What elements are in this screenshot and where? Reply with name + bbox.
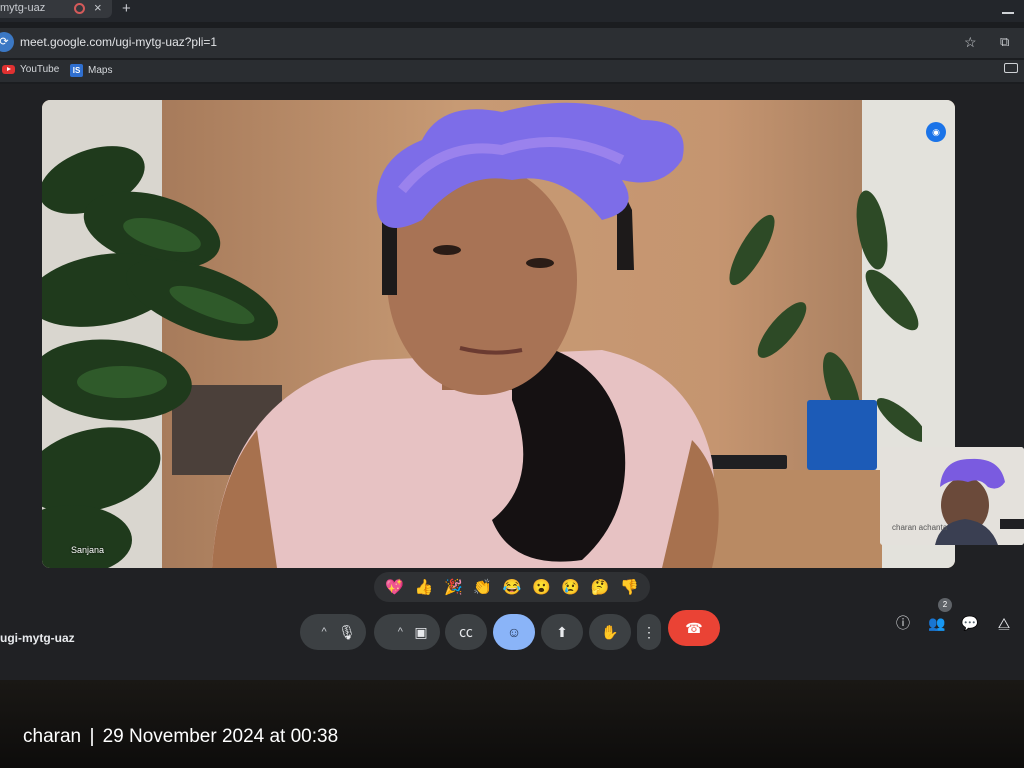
reaction-surprised-button[interactable]: 😮 — [532, 578, 551, 596]
caption-divider — [91, 728, 93, 746]
camera-control-group: ^ ▣ — [374, 614, 440, 650]
all-bookmarks-folder-icon[interactable] — [1004, 63, 1018, 73]
present-icon: ⬆ — [556, 623, 568, 640]
mic-control-group: ^ 🎙 — [300, 614, 366, 650]
send-reaction-button[interactable]: ☺ — [493, 614, 535, 650]
self-view-tile[interactable]: charan achanta — [880, 447, 1024, 545]
site-info-icon[interactable]: ⟳ — [0, 32, 14, 52]
reaction-thumbs-down-button[interactable]: 👎 — [620, 578, 639, 596]
participants-count-badge: 2 — [938, 598, 952, 612]
speaking-indicator-icon: ◉ — [926, 122, 946, 142]
browser-tab[interactable]: mytg-uaz × — [0, 0, 112, 18]
raise-hand-button[interactable]: ✋ — [589, 614, 631, 650]
minimize-icon[interactable] — [1002, 12, 1014, 14]
meeting-code: ugi-mytg-uaz — [0, 631, 75, 645]
leave-call-button[interactable]: ☎ — [668, 610, 720, 646]
more-options-button[interactable]: ⋮ — [637, 614, 661, 650]
new-tab-button[interactable]: + — [122, 0, 131, 17]
maps-icon: IS — [70, 64, 83, 77]
tab-close-icon[interactable]: × — [94, 0, 102, 15]
browser-tab-bar: mytg-uaz × + — [0, 0, 1024, 22]
reaction-laugh-button[interactable]: 😂 — [503, 578, 522, 596]
camera-icon[interactable]: ▣ — [414, 624, 427, 641]
mic-options-chevron-icon[interactable]: ^ — [310, 618, 338, 646]
hand-icon: ✋ — [601, 623, 619, 640]
tab-title: mytg-uaz — [0, 2, 46, 14]
people-icon[interactable]: 👥 — [926, 612, 948, 634]
chat-icon[interactable]: 💬 — [959, 612, 981, 634]
smiley-icon: ☺ — [506, 624, 522, 640]
photo-timestamp: 29 November 2024 at 00:38 — [102, 726, 339, 747]
present-screen-button[interactable]: ⬆ — [541, 614, 583, 650]
bookmarks-bar: YouTube IS Maps — [0, 60, 1024, 82]
bookmark-youtube[interactable]: YouTube — [2, 64, 59, 75]
video-participant-person — [212, 102, 719, 568]
reaction-thinking-button[interactable]: 🤔 — [591, 578, 610, 596]
self-participant-name: charan achanta — [892, 523, 948, 532]
reaction-party-button[interactable]: 🎉 — [444, 578, 463, 596]
recording-icon — [74, 3, 85, 14]
url-input[interactable]: meet.google.com/ugi-mytg-uaz?pli=1 — [20, 35, 217, 49]
activities-icon[interactable]: ⧋ — [993, 612, 1015, 634]
bookmark-label: YouTube — [20, 64, 60, 75]
captions-button[interactable]: ㏄ — [445, 614, 487, 650]
reactions-bar: 💖 👍 🎉 👏 😂 😮 😢 🤔 👎 — [374, 572, 650, 602]
meeting-info-icon[interactable]: ⓘ — [892, 612, 914, 634]
bookmark-maps[interactable]: IS Maps — [70, 64, 112, 77]
reaction-clap-button[interactable]: 👏 — [473, 578, 492, 596]
more-vert-icon: ⋮ — [642, 623, 656, 640]
reaction-heart-button[interactable]: 💖 — [385, 578, 404, 596]
bookmark-star-icon[interactable]: ☆ — [964, 34, 977, 51]
monitor-screen: mytg-uaz × + ⟳ meet.google.com/ugi-mytg-… — [0, 0, 1024, 700]
camera-options-chevron-icon[interactable]: ^ — [386, 618, 414, 646]
microphone-icon[interactable]: 🎙 — [338, 624, 356, 641]
desk-surface — [0, 680, 1024, 768]
bookmark-label: Maps — [88, 65, 113, 76]
captions-icon: ㏄ — [459, 624, 473, 640]
photo-caption: charan 29 November 2024 at 00:38 — [23, 726, 338, 748]
reaction-sad-button[interactable]: 😢 — [561, 578, 580, 596]
photo-author: charan — [23, 726, 82, 747]
end-call-icon: ☎ — [685, 619, 703, 636]
main-video-tile[interactable] — [42, 100, 955, 568]
main-participant-name: Sanjana — [71, 545, 105, 555]
address-bar: ⟳ meet.google.com/ugi-mytg-uaz?pli=1 ☆ ⧉ — [0, 28, 1024, 58]
youtube-icon — [2, 65, 15, 74]
extensions-icon[interactable]: ⧉ — [1000, 34, 1009, 50]
reaction-thumbs-up-button[interactable]: 👍 — [415, 578, 434, 596]
